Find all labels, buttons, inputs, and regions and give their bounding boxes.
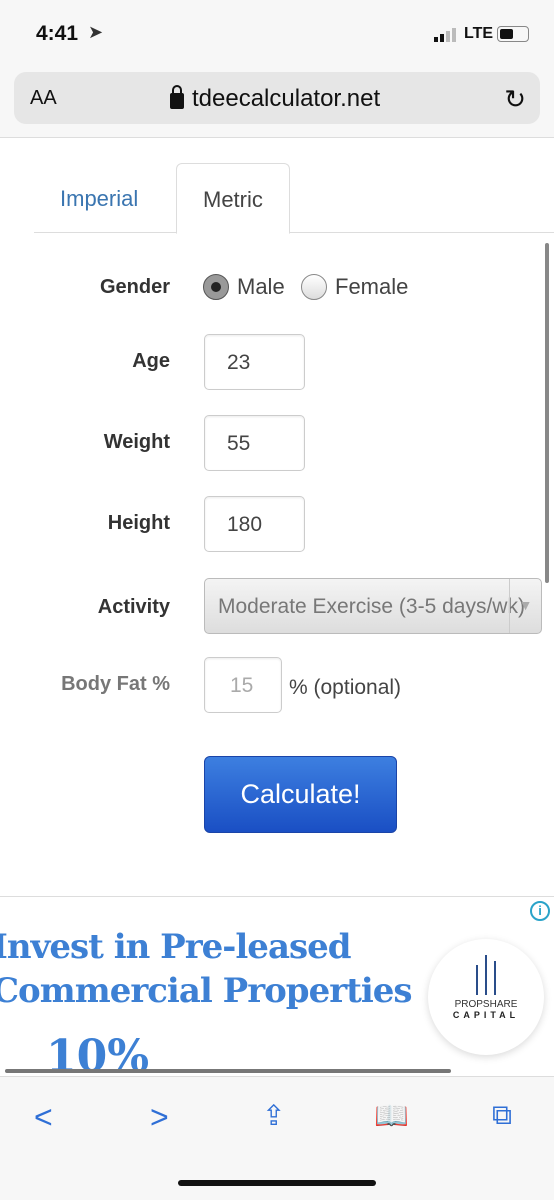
reload-icon[interactable]: ↻ (504, 84, 526, 115)
browser-toolbar: AA tdeecalculator.net ↻ (0, 64, 554, 138)
gender-label: Gender (99, 276, 170, 298)
female-label[interactable]: Female (335, 274, 408, 300)
weight-label: Weight (103, 431, 170, 453)
network-type: LTE (464, 25, 494, 42)
text-size-button[interactable]: AA (30, 87, 57, 110)
advertisement[interactable]: Invest in Pre-leased Commercial Propertie… (0, 896, 554, 1074)
ad-figure: 10% (46, 1031, 150, 1074)
status-bar: 4:41 ➤ LTE (0, 0, 554, 64)
url-host[interactable]: tdeecalculator.net (192, 85, 380, 113)
ad-info-icon[interactable]: i (530, 901, 550, 921)
tab-imperial[interactable]: Imperial (34, 163, 164, 234)
height-input[interactable]: 180 (204, 496, 305, 552)
activity-select[interactable]: Moderate Exercise (3-5 days/wk) ▼ (204, 578, 542, 634)
height-label: Height (107, 512, 170, 534)
male-radio[interactable] (203, 274, 229, 300)
address-bar[interactable]: AA tdeecalculator.net ↻ (14, 72, 540, 124)
activity-value: Moderate Exercise (3-5 days/wk) (218, 595, 525, 618)
ad-headline-2: Commercial Properties (0, 971, 413, 1011)
lock-icon (170, 85, 184, 109)
weight-input[interactable]: 55 (204, 415, 305, 471)
home-indicator (178, 1180, 376, 1186)
location-arrow-icon: ➤ (88, 22, 104, 42)
back-icon[interactable]: < (34, 1099, 53, 1136)
ad-logo: PROPSHARE CAPITAL (428, 939, 544, 1055)
share-icon[interactable]: ⇪ (262, 1099, 285, 1132)
bodyfat-suffix: % (optional) (289, 676, 402, 699)
male-label[interactable]: Male (237, 274, 285, 300)
female-radio[interactable] (301, 274, 327, 300)
tabs-icon[interactable]: ⧉ (492, 1099, 512, 1132)
dropdown-arrow-icon: ▼ (509, 579, 541, 633)
bodyfat-input[interactable]: 15 (204, 657, 282, 713)
age-label: Age (132, 350, 170, 372)
calculate-button[interactable]: Calculate! (204, 756, 397, 833)
horizontal-scrollbar[interactable] (5, 1069, 451, 1073)
clock: 4:41 (36, 22, 79, 45)
forward-icon[interactable]: > (150, 1099, 169, 1136)
bookmarks-icon[interactable]: 📖 (374, 1099, 409, 1132)
unit-tabs: Imperial Metric (34, 163, 554, 234)
ad-headline-1: Invest in Pre-leased (0, 927, 352, 967)
age-input[interactable]: 23 (204, 334, 305, 390)
scrollbar[interactable] (545, 243, 549, 583)
activity-label: Activity (97, 596, 170, 618)
tab-metric[interactable]: Metric (176, 163, 290, 234)
bodyfat-label: Body Fat % (61, 673, 170, 695)
battery-icon (497, 26, 529, 42)
signal-icon (434, 28, 456, 42)
